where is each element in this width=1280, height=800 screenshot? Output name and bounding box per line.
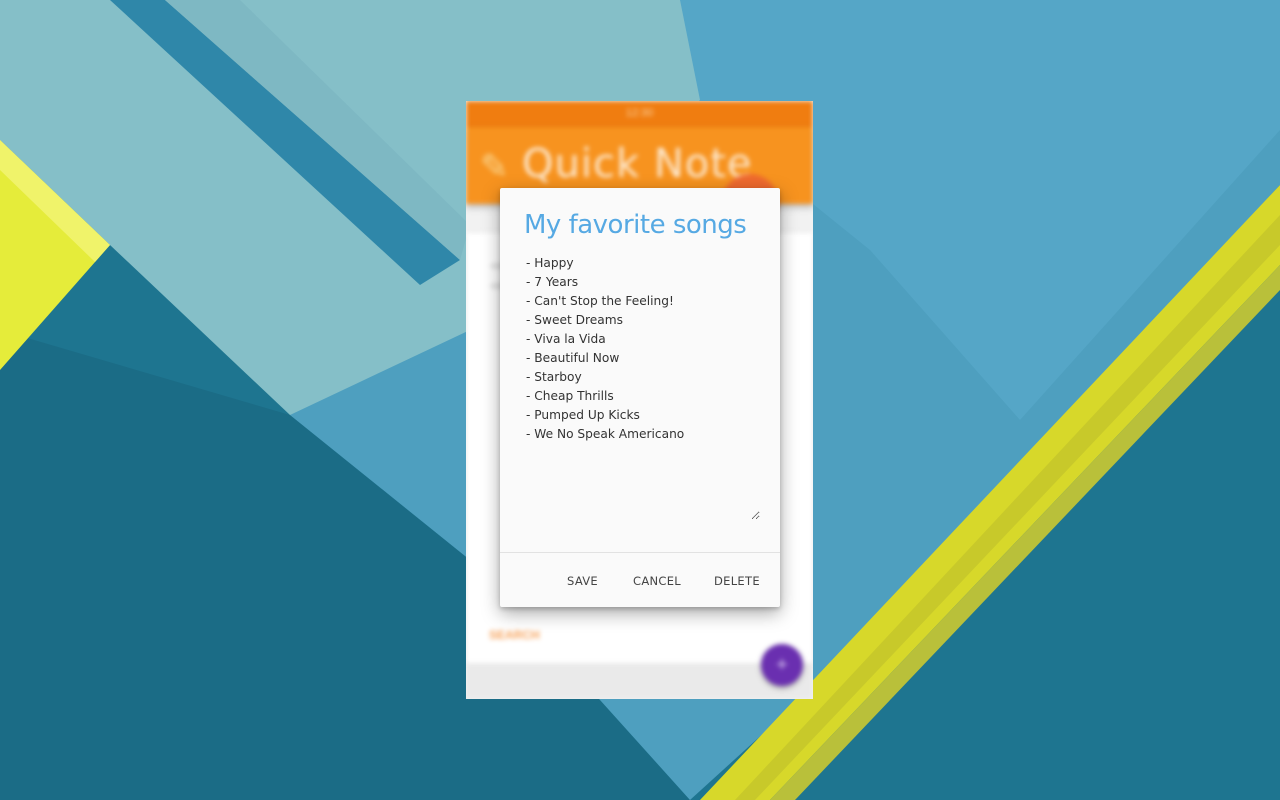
status-bar: 12:30: [466, 101, 813, 127]
status-bar-text: 12:30: [625, 107, 654, 119]
plus-icon: +: [776, 654, 788, 676]
pencil-icon: ✎: [480, 148, 509, 186]
save-button[interactable]: SAVE: [559, 563, 606, 599]
list-label: SEARCH: [489, 628, 540, 642]
note-textarea[interactable]: - Happy - 7 Years - Can't Stop the Feeli…: [522, 254, 760, 520]
edit-note-dialog: My favorite songs - Happy - 7 Years - Ca…: [500, 188, 780, 607]
dialog-title: My favorite songs: [524, 210, 747, 240]
add-note-button[interactable]: +: [761, 644, 803, 686]
delete-button[interactable]: DELETE: [706, 563, 768, 599]
app-title: Quick Note: [522, 141, 753, 187]
cancel-button[interactable]: CANCEL: [625, 563, 689, 599]
dialog-actions: SAVE CANCEL DELETE: [500, 553, 780, 607]
